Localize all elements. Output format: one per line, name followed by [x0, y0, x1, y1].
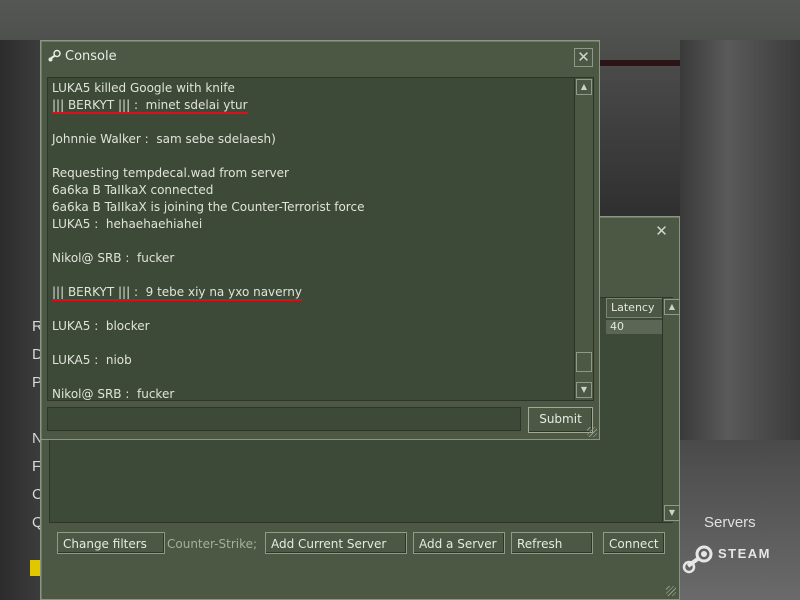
scroll-thumb[interactable]	[576, 352, 592, 372]
console-line: Requesting tempdecal.wad from server	[52, 166, 289, 180]
latency-column-header[interactable]: Latency	[606, 298, 664, 318]
console-line: Nikol@ SRB : fucker	[52, 251, 175, 265]
steam-wordmark: STEAM	[718, 546, 771, 561]
steam-logo-icon	[682, 545, 713, 574]
scroll-up-icon[interactable]: ▲	[664, 299, 680, 315]
scroll-down-icon[interactable]: ▼	[576, 382, 592, 398]
game-filter-label: Counter-Strike;	[167, 537, 258, 551]
console-line: LUKA5 : blocker	[52, 319, 150, 333]
highlighted-line: ||| BERKYT ||| : 9 tebe xiy na yxo naver…	[52, 285, 302, 301]
server-browser-close-icon[interactable]: ✕	[653, 223, 670, 240]
refresh-button[interactable]: Refresh	[511, 532, 593, 554]
resize-grip[interactable]	[666, 586, 676, 596]
console-line: Johnnie Walker : sam sebe sdelaesh)	[52, 132, 276, 146]
console-line: ||| BERKYT ||| : 9 tebe xiy na yxo naver…	[52, 284, 572, 301]
scroll-up-icon[interactable]: ▲	[576, 79, 592, 95]
connect-button[interactable]: Connect	[603, 532, 665, 554]
steam-icon	[48, 49, 61, 62]
console-lines: LUKA5 killed Google with knife ||| BERKY…	[52, 80, 572, 401]
console-close-icon[interactable]: ✕	[574, 48, 593, 67]
console-line: LUKA5 : niob	[52, 353, 132, 367]
scroll-down-icon[interactable]: ▼	[664, 505, 680, 521]
change-filters-button[interactable]: Change filters	[57, 532, 165, 554]
highlighted-line: ||| BERKYT ||| : minet sdelai ytur	[52, 98, 248, 114]
servers-label[interactable]: Servers	[704, 514, 756, 531]
server-list-scrollbar[interactable]: ▲ ▼	[662, 298, 680, 522]
console-line: 6a6ka B TaIIkaX connected	[52, 183, 214, 197]
console-line: 6a6ka B TaIIkaX is joining the Counter-T…	[52, 200, 365, 214]
console-line: LUKA5 killed Google with knife	[52, 81, 235, 95]
console-scrollbar[interactable]: ▲ ▼	[574, 78, 593, 400]
console-title: Console	[65, 49, 117, 64]
submit-button[interactable]: Submit	[528, 407, 593, 433]
main-menu-highlight	[30, 560, 40, 576]
console-line: ||| BERKYT ||| : minet sdelai ytur	[52, 97, 572, 114]
resize-grip[interactable]	[587, 427, 597, 437]
console-window: Console ✕ LUKA5 killed Google with knife…	[40, 40, 600, 440]
latency-cell: 40	[606, 320, 666, 334]
console-line: LUKA5 : hehaehaehiahei	[52, 217, 203, 231]
console-input[interactable]	[47, 407, 521, 431]
console-line: Nikol@ SRB : fucker	[52, 387, 175, 401]
add-current-server-button[interactable]: Add Current Server	[265, 532, 407, 554]
console-output[interactable]: LUKA5 killed Google with knife ||| BERKY…	[47, 77, 594, 401]
add-a-server-button[interactable]: Add a Server	[413, 532, 505, 554]
